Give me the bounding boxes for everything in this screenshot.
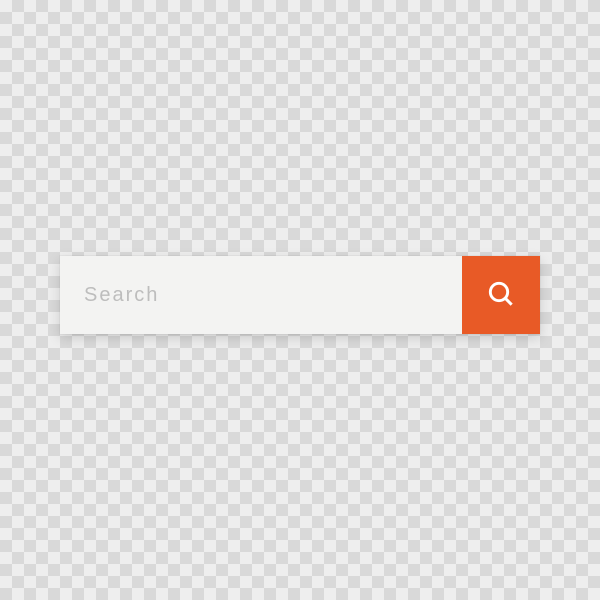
search-button[interactable] bbox=[462, 256, 540, 334]
search-input[interactable] bbox=[60, 256, 462, 334]
search-bar bbox=[60, 256, 540, 334]
search-icon bbox=[485, 278, 517, 313]
